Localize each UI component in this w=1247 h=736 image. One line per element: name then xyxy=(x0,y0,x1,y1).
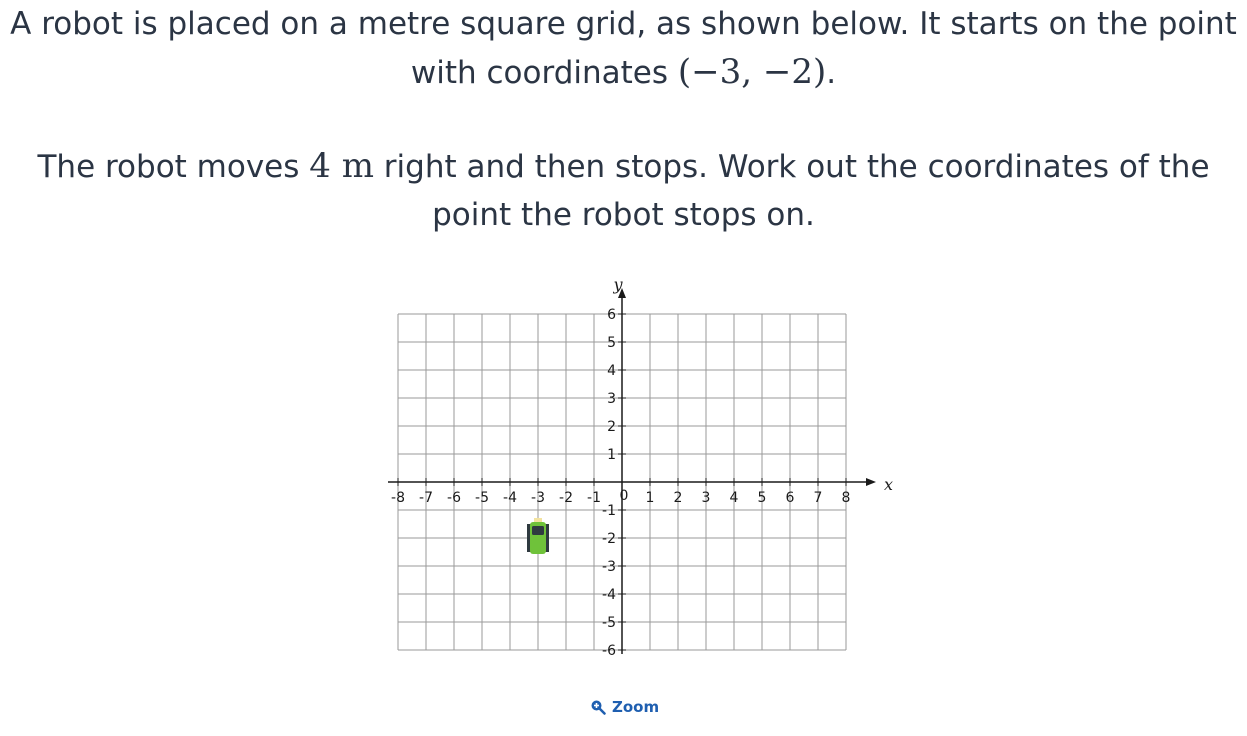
x-tick-label: -8 xyxy=(391,490,405,506)
y-tick-label: 5 xyxy=(607,335,616,351)
y-tick-label: -6 xyxy=(602,643,616,659)
x-tick-label: -4 xyxy=(503,490,517,506)
robot-wheel-left xyxy=(527,524,531,552)
x-tick-label: 6 xyxy=(786,490,795,506)
question-text-2b: right and then stops. Work out the coord… xyxy=(373,149,1210,233)
x-tick-label: -5 xyxy=(475,490,489,506)
robot-light xyxy=(534,518,542,522)
zoom-in-icon xyxy=(591,700,606,715)
y-tick-label: -5 xyxy=(602,615,616,631)
x-tick-label: 4 xyxy=(730,490,739,506)
y-tick-label: 2 xyxy=(607,419,616,435)
x-axis-label: x xyxy=(884,475,893,494)
coordinate-grid: -8 -7 -6 -5 -4 -3 -2 -1 1 2 3 4 5 6 7 8 6 5 4 3 2 1 -1 -2 -3 -4 -5… xyxy=(388,275,893,659)
y-axis-label: y xyxy=(612,275,623,294)
robot-icon xyxy=(527,518,549,554)
x-tick-label: -6 xyxy=(447,490,461,506)
question-text-1: A robot is placed on a metre square grid… xyxy=(10,6,1237,91)
x-tick-label: -2 xyxy=(559,490,573,506)
question-text-1-end: . xyxy=(826,55,837,91)
x-tick-label: 8 xyxy=(842,490,851,506)
x-axis-arrow xyxy=(866,478,876,486)
robot-head xyxy=(532,526,544,535)
zoom-button[interactable]: Zoom xyxy=(590,696,659,718)
axes xyxy=(388,288,876,654)
x-tick-label: -7 xyxy=(419,490,433,506)
question-line-1: A robot is placed on a metre square grid… xyxy=(0,0,1247,97)
x-tick-label: 2 xyxy=(674,490,683,506)
y-tick-label: -1 xyxy=(602,503,616,519)
x-tick-label: 7 xyxy=(814,490,823,506)
y-tick-label: 1 xyxy=(607,447,616,463)
y-tick-label: 4 xyxy=(607,363,616,379)
y-tick-label: -3 xyxy=(602,559,616,575)
y-tick-label: 3 xyxy=(607,391,616,407)
zoom-label: Zoom xyxy=(612,698,660,716)
y-tick-label: -2 xyxy=(602,531,616,547)
y-tick-label: 6 xyxy=(607,307,616,323)
question-line-2: The robot moves 4 m right and then stops… xyxy=(0,142,1247,239)
question-text-2a: The robot moves xyxy=(37,149,310,185)
x-tick-label: 5 xyxy=(758,490,767,506)
start-coordinates: (−3, −2) xyxy=(677,52,827,92)
origin-label: 0 xyxy=(620,488,629,504)
x-tick-label: 3 xyxy=(702,490,711,506)
x-tick-label: -3 xyxy=(531,490,545,506)
move-distance: 4 m xyxy=(309,146,374,186)
y-tick-label: -4 xyxy=(602,587,616,603)
robot-wheel-right xyxy=(545,524,549,552)
x-tick-label: -1 xyxy=(587,490,601,506)
x-tick-label: 1 xyxy=(646,490,655,506)
